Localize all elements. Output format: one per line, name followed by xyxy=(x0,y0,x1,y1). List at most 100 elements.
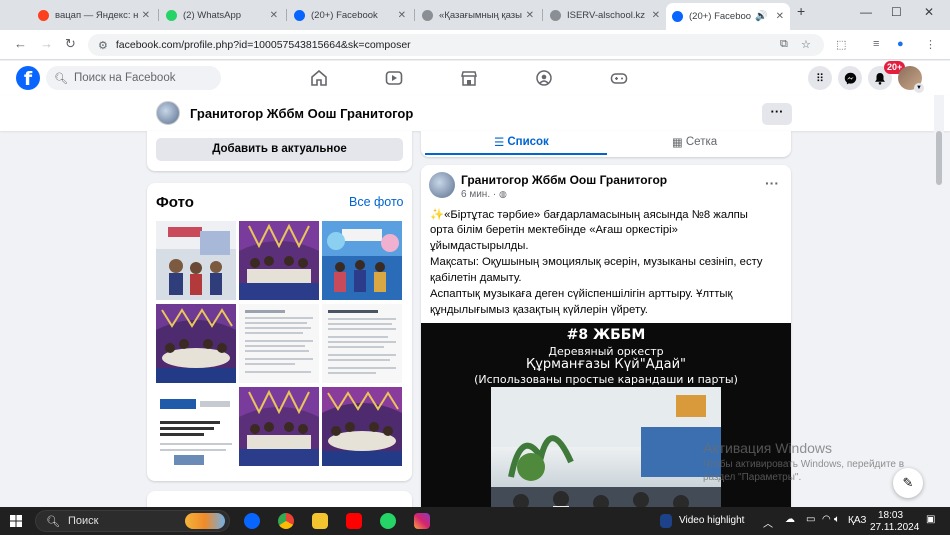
browser-tab-active[interactable]: (20+) Facebook 🔊 ✕ xyxy=(666,3,790,30)
bookmark-star-icon[interactable]: ☆ xyxy=(801,38,811,51)
home-icon[interactable] xyxy=(310,70,328,86)
close-icon[interactable]: ✕ xyxy=(652,10,660,21)
youtube-icon[interactable] xyxy=(346,513,362,529)
reload-icon[interactable]: ↻ xyxy=(65,36,76,52)
grid-icon: ⠿ xyxy=(815,72,825,85)
profile-sticky-bar: Гранитогор Жббм Оош Гранитогор ··· xyxy=(0,95,950,131)
browser-tab[interactable]: (2) WhatsApp ✕ xyxy=(160,4,284,26)
back-arrow-icon[interactable]: ← xyxy=(14,36,27,51)
clock-date[interactable]: 27.11.2024 xyxy=(870,522,919,533)
photo-thumbnail[interactable] xyxy=(322,387,402,466)
sparkle-icon: ✨ xyxy=(430,209,445,221)
post-video[interactable]: #8 ЖББМ Деревяный оркестр Құрманғазы Күй… xyxy=(421,323,791,535)
onedrive-icon[interactable]: ☁ xyxy=(785,514,795,525)
video-highlight-widget[interactable]: Video highlight xyxy=(679,515,744,526)
notification-center-icon[interactable]: ▣ xyxy=(926,514,935,525)
close-icon[interactable]: ✕ xyxy=(776,11,784,22)
close-icon[interactable]: ✕ xyxy=(398,10,406,21)
new-tab-button[interactable]: + xyxy=(797,3,805,19)
install-icon[interactable]: ⧉ xyxy=(780,38,788,51)
taskbar-search-input[interactable]: 🔍︎ Поиск xyxy=(35,510,230,532)
tab-divider xyxy=(542,9,543,21)
wifi-icon[interactable]: ◠ xyxy=(822,514,831,525)
forward-arrow-icon[interactable]: → xyxy=(40,36,53,51)
battery-icon[interactable]: ▭ xyxy=(806,514,815,525)
facebook-app-icon[interactable] xyxy=(244,513,260,529)
menu-grid-button[interactable]: ⠿ xyxy=(808,66,832,90)
facebook-header: f 🔍︎ Поиск на Facebook ⠿ 20+ ▼ xyxy=(0,61,950,95)
whatsapp-icon[interactable] xyxy=(380,513,396,529)
clock-time[interactable]: 18:03 xyxy=(878,510,903,521)
photo-thumbnail[interactable] xyxy=(322,221,402,300)
globe-icon xyxy=(550,9,561,21)
chevron-up-icon[interactable]: ︿ xyxy=(763,515,773,530)
browser-tab[interactable]: вацап — Яндекс: нашлось ✕ xyxy=(32,4,156,26)
post-author-name[interactable]: Гранитогор Жббм Оош Гранитогор xyxy=(461,173,667,187)
post-text-line: қабілетін дамыту. xyxy=(430,272,522,284)
post-text-line: орта білім беретін мектебінде «Ағаш орке… xyxy=(430,224,678,236)
file-explorer-icon[interactable] xyxy=(312,513,328,529)
photo-thumbnail[interactable] xyxy=(156,304,236,383)
menu-icon[interactable]: ⋮ xyxy=(925,38,936,51)
scrollbar-thumb[interactable] xyxy=(936,131,942,185)
activation-watermark-title: Активация Windows xyxy=(703,440,833,456)
photo-thumbnail[interactable] xyxy=(239,387,319,466)
video-icon[interactable] xyxy=(385,70,403,86)
tab-grid[interactable]: ▦ Сетка xyxy=(672,135,717,149)
windows-start-icon[interactable] xyxy=(10,515,22,527)
minimize-button[interactable]: — xyxy=(860,5,872,19)
search-icon: 🔍︎ xyxy=(54,72,68,85)
instagram-icon[interactable] xyxy=(414,513,430,529)
active-tab-indicator xyxy=(425,153,607,155)
new-message-button[interactable]: ✎ xyxy=(893,468,923,498)
speaker-icon[interactable]: 🔊 xyxy=(755,11,767,22)
gaming-icon[interactable] xyxy=(610,70,628,86)
more-options-button[interactable]: ··· xyxy=(762,103,792,125)
page-scrollbar[interactable] xyxy=(934,95,944,507)
chevron-down-icon[interactable]: ▼ xyxy=(914,83,924,93)
video-caption-3: Құрманғазы Күй"Адай" xyxy=(525,357,687,372)
close-icon[interactable]: ✕ xyxy=(142,10,150,21)
browser-toolbar: ← → ↻ ⚙ facebook.com/profile.php?id=1000… xyxy=(0,30,950,60)
windows-taskbar: 🔍︎ Поиск Video highlight ︿ ☁ ▭ ◠ 🔈︎ ҚАЗ … xyxy=(0,507,950,535)
post-author-avatar[interactable] xyxy=(429,172,455,198)
search-icon: 🔍︎ xyxy=(46,515,60,528)
photo-thumbnail[interactable] xyxy=(239,221,319,300)
chrome-icon[interactable] xyxy=(278,513,294,529)
facebook-logo-icon[interactable]: f xyxy=(16,66,40,90)
url-text: facebook.com/profile.php?id=100057543815… xyxy=(115,39,411,51)
post-text-line: ✨«Біртұтас тәрбие» бағдарламасының аясын… xyxy=(430,209,748,221)
grid-icon: ▦ xyxy=(672,137,683,149)
close-icon[interactable]: ✕ xyxy=(270,10,278,21)
extensions-icon[interactable]: ⬚ xyxy=(836,38,846,51)
photo-thumbnail[interactable] xyxy=(156,221,236,300)
profile-avatar[interactable] xyxy=(156,101,180,125)
tab-list[interactable]: ☰ Список xyxy=(494,135,549,149)
search-input[interactable]: 🔍︎ Поиск на Facebook xyxy=(46,66,221,90)
photo-thumbnail[interactable] xyxy=(322,304,402,383)
nba-icon[interactable] xyxy=(660,514,672,528)
profile-icon[interactable]: ● xyxy=(897,38,904,50)
maximize-button[interactable]: ☐ xyxy=(891,5,902,19)
volume-icon[interactable]: 🔈︎ xyxy=(834,514,840,525)
post-options-icon[interactable]: ··· xyxy=(765,175,779,191)
browser-tab[interactable]: (20+) Facebook ✕ xyxy=(288,4,412,26)
address-bar[interactable]: ⚙ facebook.com/profile.php?id=1000575438… xyxy=(88,34,824,56)
close-window-button[interactable]: ✕ xyxy=(924,5,934,19)
post-timestamp[interactable]: 6 мин. · ◍ xyxy=(461,189,507,200)
language-indicator[interactable]: ҚАЗ xyxy=(848,515,866,526)
site-info-icon[interactable]: ⚙ xyxy=(98,39,108,52)
messenger-button[interactable] xyxy=(838,66,862,90)
see-all-photos-link[interactable]: Все фото xyxy=(349,195,404,209)
marketplace-icon[interactable] xyxy=(460,70,478,86)
globe-icon xyxy=(422,9,433,21)
browser-tab[interactable]: «Қазағымның қазына ✕ xyxy=(416,4,540,26)
add-featured-button[interactable]: Добавить в актуальное xyxy=(156,138,403,161)
browser-tab[interactable]: ISERV-alschool.kz - Пл ✕ xyxy=(544,4,666,26)
profile-name[interactable]: Гранитогор Жббм Оош Гранитогор xyxy=(190,106,413,121)
close-icon[interactable]: ✕ xyxy=(526,10,534,21)
photo-thumbnail[interactable] xyxy=(156,387,236,466)
media-control-icon[interactable]: ≡ xyxy=(873,38,879,50)
photo-thumbnail[interactable] xyxy=(239,304,319,383)
groups-icon[interactable] xyxy=(535,70,553,86)
